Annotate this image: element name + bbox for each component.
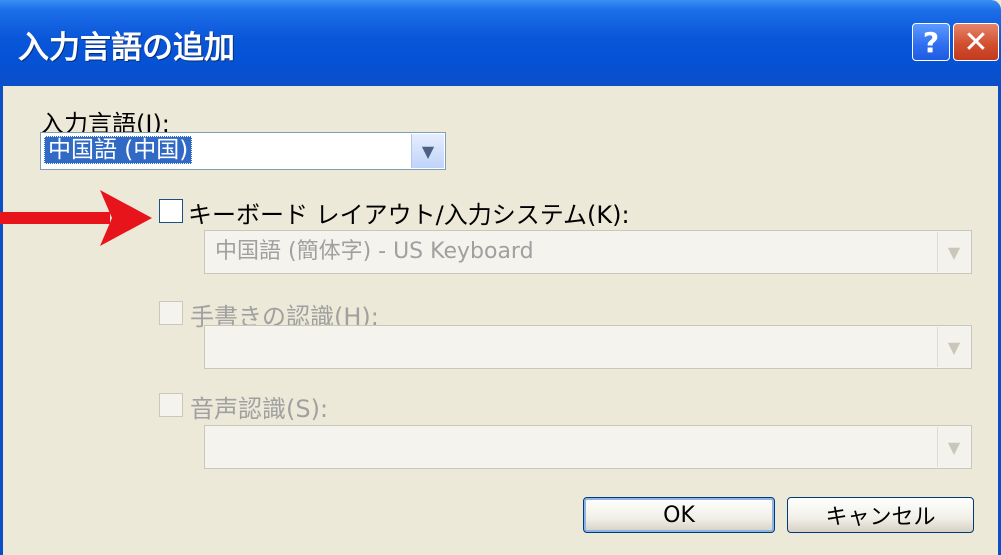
close-icon: ✕ xyxy=(963,24,989,60)
cancel-button[interactable]: キャンセル xyxy=(787,497,974,533)
handwriting-checkbox xyxy=(159,301,183,325)
close-button[interactable]: ✕ xyxy=(953,23,999,61)
speech-select: ▼ xyxy=(204,425,972,469)
chevron-down-icon: ▼ xyxy=(937,232,970,272)
keyboard-layout-label: キーボード レイアウト/入力システム(K): xyxy=(188,201,630,229)
keyboard-layout-checkbox[interactable] xyxy=(159,199,183,223)
handwriting-select: ▼ xyxy=(204,325,972,369)
keyboard-layout-value: 中国語 (簡体字) - US Keyboard xyxy=(215,239,534,264)
chevron-down-icon: ▼ xyxy=(937,327,970,367)
help-button[interactable]: ? xyxy=(912,23,950,61)
chevron-down-icon: ▼ xyxy=(937,427,970,467)
ok-button[interactable]: OK xyxy=(583,497,775,533)
input-language-value: 中国語 (中国) xyxy=(44,136,193,164)
title-bar[interactable]: 入力言語の追加 ? ✕ xyxy=(0,0,1001,86)
window-title: 入力言語の追加 xyxy=(18,30,235,66)
chevron-down-icon[interactable]: ▼ xyxy=(411,134,444,168)
speech-label: 音声認識(S): xyxy=(190,395,329,423)
keyboard-layout-select: 中国語 (簡体字) - US Keyboard ▼ xyxy=(204,230,972,274)
speech-checkbox xyxy=(159,393,183,417)
red-arrow-icon xyxy=(0,190,152,246)
input-language-select[interactable]: 中国語 (中国) ▼ xyxy=(40,132,446,170)
help-icon: ? xyxy=(922,25,940,59)
